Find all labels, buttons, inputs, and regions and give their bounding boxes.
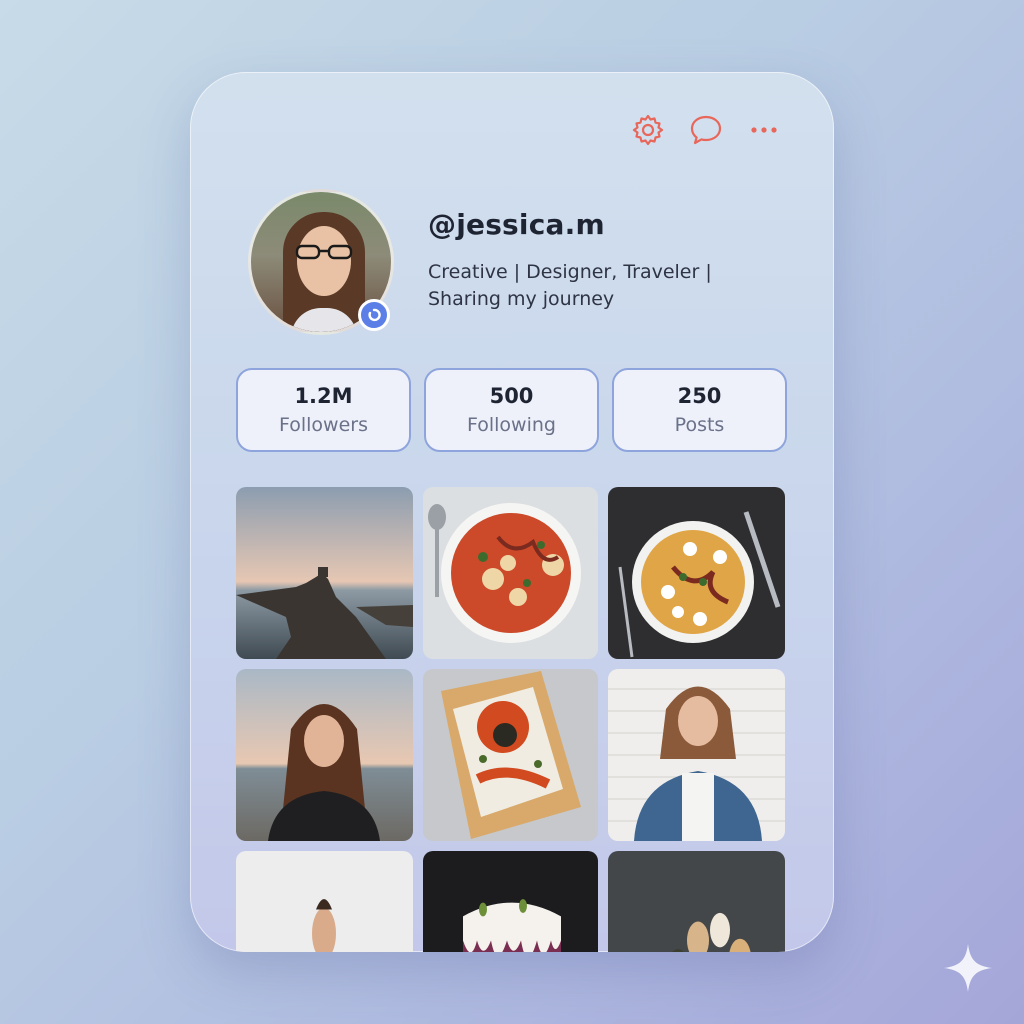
verified-badge-icon xyxy=(358,299,390,331)
stat-label: Following xyxy=(467,414,556,436)
stat-value: 250 xyxy=(677,384,722,408)
stat-label: Followers xyxy=(279,414,368,436)
post-layered-cake[interactable] xyxy=(423,851,598,952)
stats-row: 1.2M Followers 500 Following 250 Posts xyxy=(236,368,787,452)
stat-posts[interactable]: 250 Posts xyxy=(612,368,787,452)
post-thumbs-up-portrait[interactable] xyxy=(236,851,413,952)
avatar[interactable] xyxy=(248,189,394,335)
stat-following[interactable]: 500 Following xyxy=(424,368,599,452)
post-pastry-basket[interactable] xyxy=(608,851,785,952)
sparkle-icon xyxy=(944,944,992,992)
post-denim-portrait[interactable] xyxy=(608,669,785,841)
post-beach-portrait[interactable] xyxy=(236,669,413,841)
post-flatbread-pizza[interactable] xyxy=(423,669,598,841)
gear-icon[interactable] xyxy=(630,112,666,148)
profile-info: @jessica.m Creative | Designer, Traveler… xyxy=(428,208,768,313)
post-curry-bowl[interactable] xyxy=(608,487,785,659)
stat-followers[interactable]: 1.2M Followers xyxy=(236,368,411,452)
post-seaside-rock[interactable] xyxy=(236,487,413,659)
username: @jessica.m xyxy=(428,208,605,241)
posts-grid xyxy=(236,487,785,952)
stat-value: 1.2M xyxy=(294,384,353,408)
post-pasta-bowl[interactable] xyxy=(423,487,598,659)
top-actions xyxy=(630,112,782,148)
profile-card: @jessica.m Creative | Designer, Traveler… xyxy=(190,72,834,952)
stat-value: 500 xyxy=(489,384,534,408)
bio-line: Creative | Designer, Traveler | xyxy=(428,261,712,283)
bio-line: Sharing my journey xyxy=(428,288,615,310)
stat-label: Posts xyxy=(674,414,725,436)
chat-bubble-icon[interactable] xyxy=(688,112,724,148)
more-dots-icon[interactable] xyxy=(746,112,782,148)
bio: Creative | Designer, Traveler | Sharing … xyxy=(428,259,768,313)
